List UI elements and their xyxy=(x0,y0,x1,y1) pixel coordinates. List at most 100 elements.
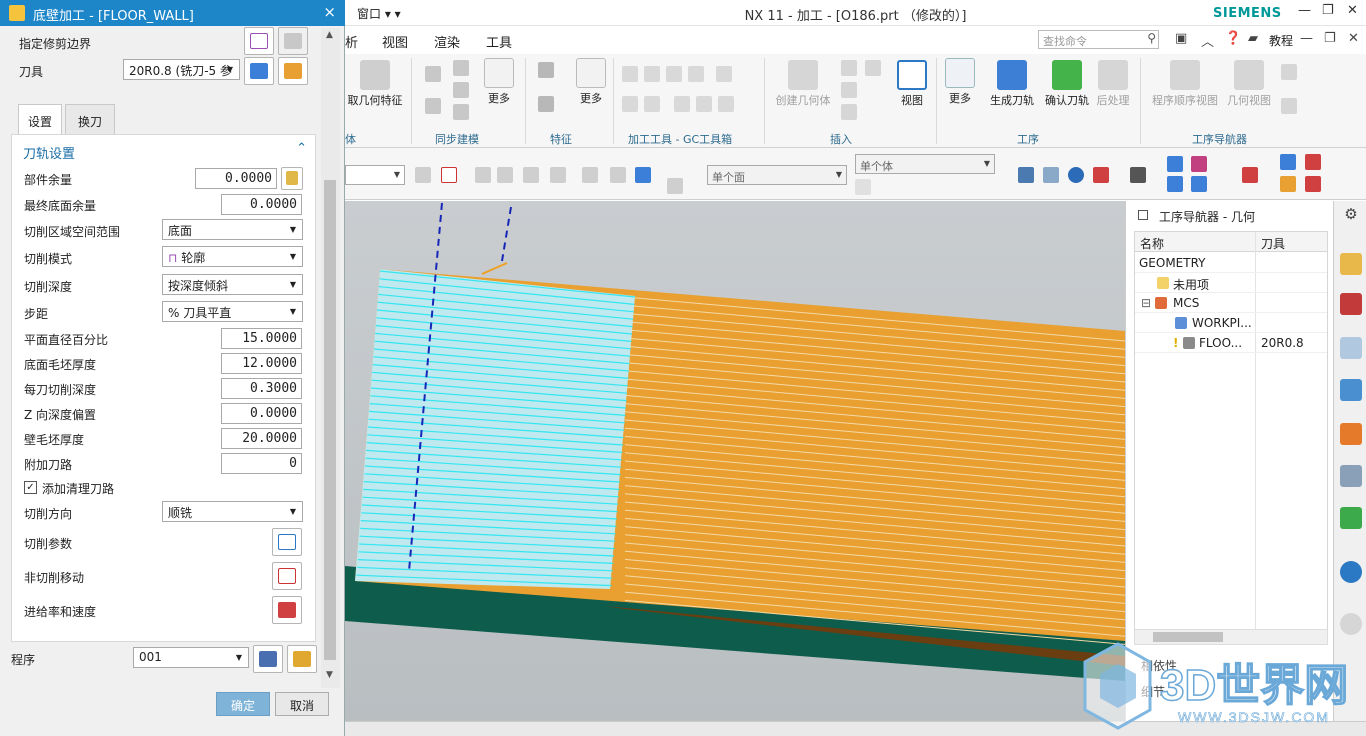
display-icon-2[interactable] xyxy=(1191,156,1207,172)
menu-view[interactable]: 视图 xyxy=(382,32,408,51)
misc-icon-2[interactable] xyxy=(1305,154,1321,170)
display-icon-4[interactable] xyxy=(1191,176,1207,192)
floor-blank-thickness-input[interactable]: 12.0000 xyxy=(221,353,302,374)
nav-row-unused[interactable]: 未用项 xyxy=(1135,273,1327,293)
toolpath-settings-heading[interactable]: 刀轨设置 xyxy=(23,143,75,162)
insert-icon-2[interactable] xyxy=(865,60,881,76)
gc-tool-icon-7[interactable] xyxy=(644,96,660,112)
group-gc-toolbox[interactable]: 加工工具 - GC工具箱 xyxy=(628,131,732,147)
snap-icon-3[interactable] xyxy=(475,167,491,183)
orient-view-icon[interactable] xyxy=(1093,167,1109,183)
ok-button[interactable]: 确定 xyxy=(216,692,270,716)
insert-icon-3[interactable] xyxy=(841,82,857,98)
group-body[interactable]: 体 xyxy=(345,131,356,147)
column-name[interactable]: 名称 xyxy=(1140,235,1164,252)
gc-tool-icon-3[interactable] xyxy=(666,66,682,82)
z-depth-offset-input[interactable]: 0.0000 xyxy=(221,403,302,424)
sync-icon-1[interactable] xyxy=(425,66,441,82)
show-trim-boundary-button[interactable] xyxy=(278,27,308,55)
snap-icon-4[interactable] xyxy=(497,167,513,183)
misc-icon-3[interactable] xyxy=(1280,176,1296,192)
gc-tool-icon-4[interactable] xyxy=(688,66,704,82)
depth-per-cut-input[interactable]: 0.3000 xyxy=(221,378,302,399)
menu-render[interactable]: 渲染 xyxy=(434,32,460,51)
dialog-scrollbar[interactable]: ▲ ▼ xyxy=(321,28,340,688)
group-sync-modeling[interactable]: 同步建模 xyxy=(435,131,479,147)
specify-trim-boundary-button[interactable] xyxy=(244,27,274,55)
fullscreen-icon[interactable]: ▣ xyxy=(1175,31,1187,46)
nav-icon-2[interactable] xyxy=(1281,98,1297,114)
info-icon[interactable] xyxy=(1340,561,1362,583)
sync-icon-4[interactable] xyxy=(425,98,441,114)
tab-tool-change[interactable]: 换刀 xyxy=(65,104,115,134)
gc-tool-icon-5[interactable] xyxy=(716,66,732,82)
sync-icon-2[interactable] xyxy=(453,60,469,76)
final-floor-stock-input[interactable]: 0.0000 xyxy=(221,194,302,215)
cut-params-button[interactable] xyxy=(272,528,302,556)
program-select[interactable]: 001 ▼ xyxy=(133,647,249,668)
fit-view-icon[interactable] xyxy=(1018,167,1034,183)
cut-depth-select[interactable]: 按深度倾斜 ▼ xyxy=(162,274,303,295)
menu-analysis[interactable]: 析 xyxy=(345,32,358,51)
sync-more-button[interactable]: 更多 xyxy=(481,58,517,106)
snap-icon-7[interactable] xyxy=(582,167,598,183)
wcs-icon[interactable] xyxy=(1242,167,1258,183)
feature-more-button[interactable]: 更多 xyxy=(572,58,610,106)
snap-icon-10[interactable] xyxy=(667,178,683,194)
menu-tools[interactable]: 工具 xyxy=(486,32,512,51)
gc-tool-icon-6[interactable] xyxy=(622,96,638,112)
misc-icon-1[interactable] xyxy=(1280,154,1296,170)
cut-region-select[interactable]: 底面 ▼ xyxy=(162,219,303,240)
group-operation-navigator[interactable]: 工序导航器 xyxy=(1192,131,1247,147)
tab-settings[interactable]: 设置 xyxy=(18,104,62,134)
display-tool-button[interactable] xyxy=(278,57,308,85)
display-icon-1[interactable] xyxy=(1167,156,1183,172)
snap-icon-9[interactable] xyxy=(635,167,651,183)
doc-minimize-icon[interactable]: — xyxy=(1300,31,1313,46)
create-geometry-button[interactable]: 创建几何体 xyxy=(771,60,835,108)
doc-restore-icon[interactable]: ❐ xyxy=(1324,31,1336,46)
stepover-select[interactable]: % 刀具平直 ▼ xyxy=(162,301,303,322)
snap-icon-5[interactable] xyxy=(523,167,539,183)
feature-icon-2[interactable] xyxy=(538,96,554,112)
gc-tool-icon-10[interactable] xyxy=(718,96,734,112)
tutorial-link[interactable]: 教程 xyxy=(1269,32,1293,49)
wall-blank-thickness-input[interactable]: 20.0000 xyxy=(221,428,302,449)
tool-select[interactable]: 20R0.8 (铣刀-5 参 ▼ xyxy=(123,59,240,80)
nav-row-mcs[interactable]: ⊟ MCS xyxy=(1135,293,1327,313)
render-style-icon[interactable] xyxy=(1130,167,1146,183)
minimize-icon[interactable]: — xyxy=(1298,3,1311,18)
gc-tool-icon-8[interactable] xyxy=(674,96,690,112)
restore-icon[interactable]: ❐ xyxy=(1322,3,1334,18)
group-insert[interactable]: 插入 xyxy=(830,131,852,147)
sync-icon-3[interactable] xyxy=(453,82,469,98)
group-features[interactable]: 特征 xyxy=(550,131,572,147)
operation-navigator-icon[interactable] xyxy=(1340,379,1362,401)
program-order-view-button[interactable]: 程序顺序视图 xyxy=(1150,60,1220,108)
settings-icon[interactable]: ⚙ xyxy=(1340,205,1362,227)
part-stock-input[interactable]: 0.0000 xyxy=(195,168,277,189)
gc-tool-icon-1[interactable] xyxy=(622,66,638,82)
insert-icon-1[interactable] xyxy=(841,60,857,76)
nav-row-workpiece[interactable]: WORKPI... xyxy=(1135,313,1327,333)
feature-icon-1[interactable] xyxy=(538,62,554,78)
additional-passes-input[interactable]: 0 xyxy=(221,453,302,474)
cleanup-checkbox[interactable]: ✓ xyxy=(24,481,37,494)
geometry-view-button[interactable]: 几何视图 xyxy=(1225,60,1273,108)
assembly-navigator-icon[interactable] xyxy=(1340,253,1362,275)
sync-icon-5[interactable] xyxy=(453,104,469,120)
new-program-button[interactable] xyxy=(253,645,283,673)
flat-diameter-pct-input[interactable]: 15.0000 xyxy=(221,328,302,349)
snap-icon-6[interactable] xyxy=(550,167,566,183)
view-button[interactable]: 视图 xyxy=(893,60,931,108)
feeds-speeds-button[interactable] xyxy=(272,596,302,624)
constraint-navigator-icon[interactable] xyxy=(1340,293,1362,315)
graphics-viewport[interactable] xyxy=(345,201,1125,721)
snap-icon-2[interactable] xyxy=(441,167,457,183)
nav-row-floor-wall[interactable]: ! FLOO... 20R0.8 xyxy=(1135,333,1327,353)
lock-button[interactable] xyxy=(281,167,303,190)
group-operation[interactable]: 工序 xyxy=(1017,131,1039,147)
navigator-pin-icon[interactable] xyxy=(1138,210,1148,220)
dialog-title-bar[interactable]: 底壁加工 - [FLOOR_WALL] × xyxy=(0,0,345,26)
machine-navigator-icon[interactable] xyxy=(1340,423,1362,445)
